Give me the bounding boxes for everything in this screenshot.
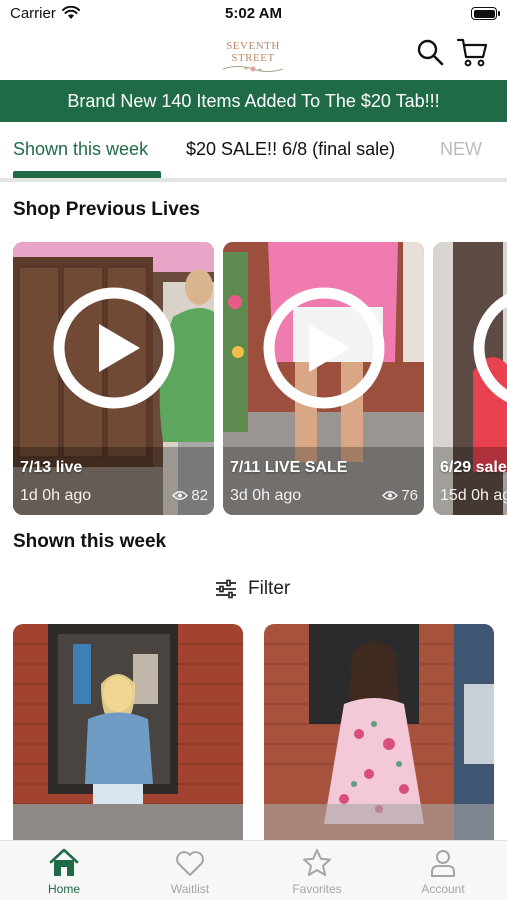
nav-waitlist[interactable]: Waitlist — [145, 847, 235, 896]
filter-label: Filter — [248, 578, 291, 599]
eye-icon — [382, 491, 399, 500]
nav-waitlist-label: Waitlist — [170, 882, 210, 896]
announcement-banner[interactable]: Brand New 140 Items Added To The $20 Tab… — [0, 80, 507, 122]
bottom-tab-bar: Home Waitlist Favorites Account — [0, 840, 507, 900]
play-icon[interactable] — [52, 286, 176, 410]
heart-icon — [176, 851, 204, 876]
nav-home-label: Home — [47, 882, 80, 896]
live-time-ago: 1d 0h ago — [20, 487, 92, 504]
clock: 5:02 AM — [225, 5, 282, 22]
divider — [0, 178, 507, 182]
product-image — [13, 624, 243, 840]
live-card[interactable]: 7/13 live 1d 0h ago 82 — [13, 242, 214, 515]
nav-account[interactable]: Account — [398, 847, 488, 896]
category-tabs: Shown this week $20 SALE!! 6/8 (final sa… — [0, 122, 507, 178]
nav-favorites[interactable]: Favorites — [272, 847, 362, 896]
announcement-text: Brand New 140 Items Added To The $20 Tab… — [67, 90, 440, 111]
battery-icon — [471, 7, 500, 20]
view-count: 82 — [172, 487, 208, 504]
search-icon[interactable] — [416, 38, 444, 66]
active-tab-indicator — [13, 171, 161, 178]
logo-text: SEVENTH STREET — [226, 40, 280, 64]
live-card[interactable]: 7/11 LIVE SALE 3d 0h ago 76 — [223, 242, 424, 515]
brand-logo[interactable]: SEVENTH STREET — [205, 40, 301, 72]
live-time-ago: 15d 0h ago — [440, 487, 507, 504]
floral-ornament-icon — [222, 66, 284, 72]
person-icon — [431, 850, 455, 877]
product-card[interactable] — [13, 624, 243, 840]
product-image — [264, 624, 494, 840]
product-card[interactable] — [264, 624, 494, 840]
nav-home[interactable]: Home — [19, 847, 109, 896]
view-count-value: 82 — [191, 487, 208, 504]
cart-icon[interactable] — [456, 36, 488, 68]
live-time-ago: 3d 0h ago — [230, 487, 302, 504]
previous-lives-carousel[interactable]: 7/13 live 1d 0h ago 82 7/11 LIVE SALE 3d… — [0, 242, 507, 515]
section-title-shown-this-week: Shown this week — [13, 531, 167, 552]
play-icon[interactable] — [262, 286, 386, 410]
nav-account-label: Account — [421, 882, 465, 896]
tab-shown-this-week[interactable]: Shown this week — [13, 139, 148, 160]
sliders-icon — [216, 579, 236, 599]
star-icon — [303, 849, 331, 876]
live-card[interactable]: 6/29 sale 15d 0h ago — [433, 242, 507, 515]
home-icon — [49, 848, 79, 876]
app-header: SEVENTH STREET — [0, 28, 507, 80]
nav-favorites-label: Favorites — [292, 882, 342, 896]
section-title-previous-lives: Shop Previous Lives — [13, 199, 200, 220]
view-count: 76 — [382, 487, 418, 504]
eye-icon — [172, 491, 189, 500]
live-title: 7/11 LIVE SALE — [230, 459, 348, 476]
live-title: 6/29 sale — [440, 459, 507, 476]
tab-20-sale[interactable]: $20 SALE!! 6/8 (final sale) — [186, 139, 395, 160]
play-icon[interactable] — [472, 286, 507, 410]
view-count-value: 76 — [401, 487, 418, 504]
live-title: 7/13 live — [20, 459, 83, 476]
filter-button[interactable]: Filter — [214, 574, 304, 604]
status-bar: Carrier 5:02 AM — [0, 0, 507, 28]
tab-new[interactable]: NEW — [440, 139, 482, 160]
